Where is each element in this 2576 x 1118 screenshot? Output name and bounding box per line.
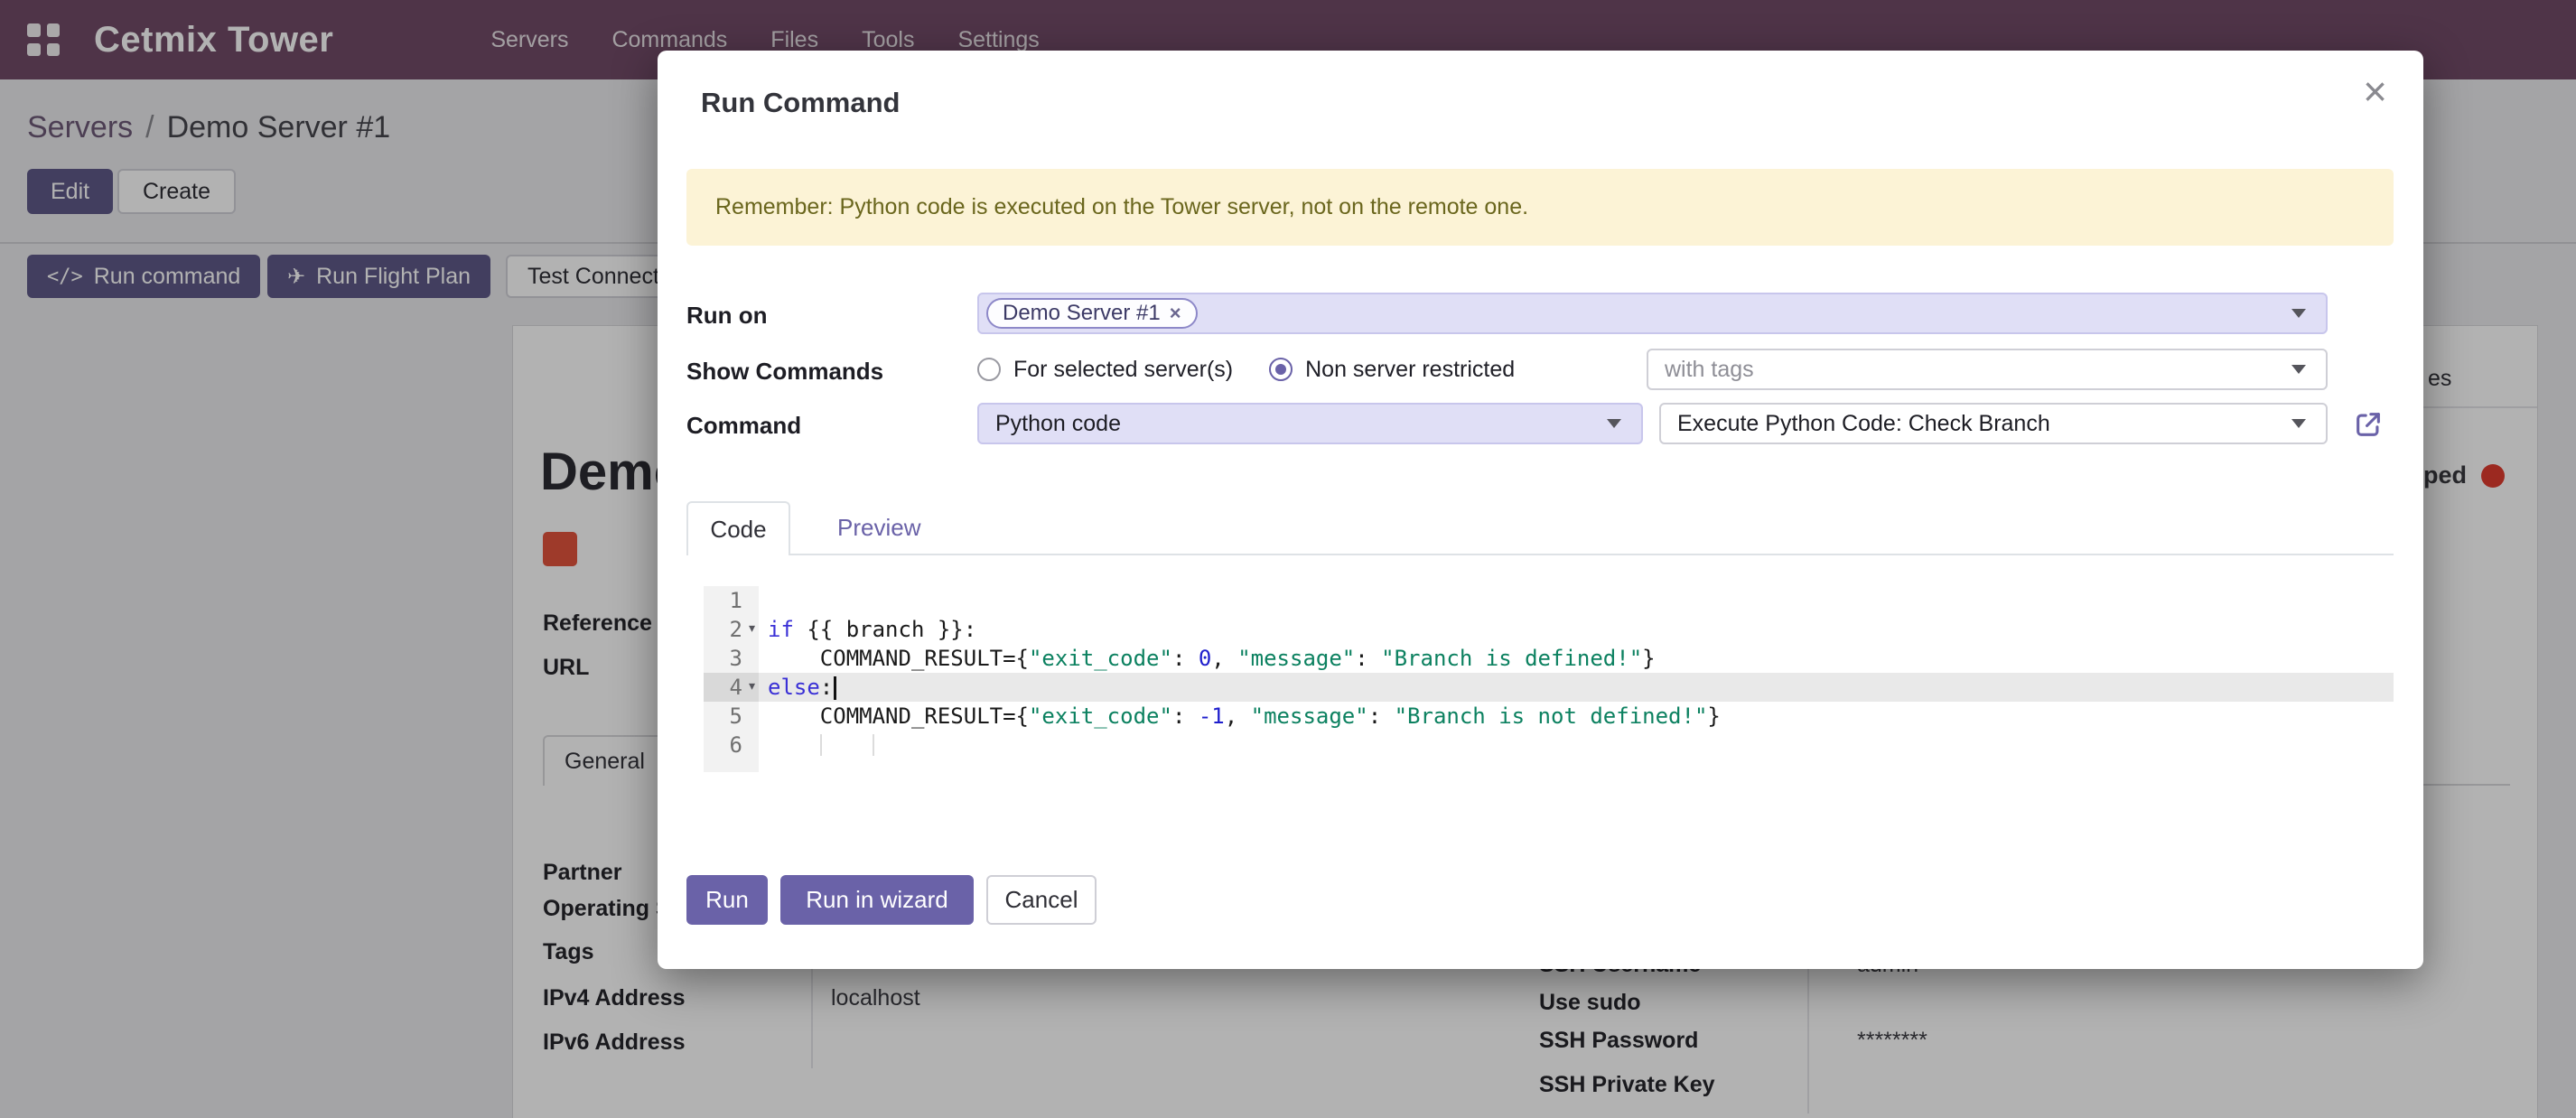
code-token: } <box>1642 646 1655 671</box>
code-token: {{ branch }}: <box>794 617 976 642</box>
chevron-down-icon[interactable] <box>2291 365 2306 374</box>
editor-code-pane[interactable]: if {{ branch }}: COMMAND_RESULT={"exit_c… <box>759 586 2394 772</box>
code-token: , <box>1225 703 1251 729</box>
code-token: COMMAND_RESULT={ <box>768 646 1029 671</box>
with-tags-placeholder: with tags <box>1665 357 1754 383</box>
code-token: : <box>1355 646 1381 671</box>
run-in-wizard-button[interactable]: Run in wizard <box>780 875 974 925</box>
code-line[interactable] <box>759 586 2394 615</box>
command-value: Execute Python Code: Check Branch <box>1677 411 2050 437</box>
tag-remove-icon[interactable]: × <box>1170 302 1181 325</box>
text-cursor <box>834 676 836 700</box>
chevron-down-icon[interactable] <box>2291 309 2306 318</box>
external-link-icon[interactable] <box>2353 409 2384 440</box>
show-commands-label: Show Commands <box>686 358 883 386</box>
code-token: else <box>768 675 820 700</box>
command-type-value: Python code <box>995 411 1121 437</box>
command-select[interactable]: Execute Python Code: Check Branch <box>1659 403 2328 444</box>
command-label: Command <box>686 412 801 440</box>
run-on-label: Run on <box>686 302 768 330</box>
chevron-down-icon[interactable] <box>1607 419 1621 428</box>
close-icon[interactable]: × <box>2363 70 2387 112</box>
gutter-line-number: 6 <box>704 731 759 759</box>
radio-for-selected-servers[interactable] <box>977 358 1001 381</box>
code-token: if <box>768 617 794 642</box>
code-token: "exit_code" <box>1029 703 1172 729</box>
gutter-line-number: 4▾ <box>704 673 759 702</box>
code-line[interactable]: else: <box>759 673 2394 702</box>
editor-gutter: 12▾34▾56 <box>704 586 759 772</box>
tabs-underline <box>686 554 2394 555</box>
server-tag[interactable]: Demo Server #1 × <box>986 298 1198 329</box>
code-token: : <box>820 675 833 700</box>
modal-title: Run Command <box>701 87 900 119</box>
code-token: -1 <box>1199 703 1225 729</box>
gutter-line-number: 5 <box>704 702 759 731</box>
code-line[interactable]: if {{ branch }}: <box>759 615 2394 644</box>
gutter-line-number: 3 <box>704 644 759 673</box>
run-button[interactable]: Run <box>686 875 768 925</box>
radio-for-selected-servers-label[interactable]: For selected server(s) <box>1013 357 1233 383</box>
code-token: : <box>1172 646 1199 671</box>
code-token: 0 <box>1199 646 1211 671</box>
with-tags-select[interactable]: with tags <box>1647 349 2328 390</box>
tab-code[interactable]: Code <box>686 501 790 555</box>
run-command-modal: Run Command × Remember: Python code is e… <box>658 51 2423 969</box>
code-token: "message" <box>1251 703 1368 729</box>
code-token: : <box>1368 703 1395 729</box>
cancel-button[interactable]: Cancel <box>986 875 1097 925</box>
fold-icon[interactable]: ▾ <box>747 676 757 695</box>
gutter-line-number: 2▾ <box>704 615 759 644</box>
code-editor[interactable]: 12▾34▾56 if {{ branch }}: COMMAND_RESULT… <box>704 586 2394 772</box>
chevron-down-icon[interactable] <box>2291 419 2306 428</box>
code-token: } <box>1707 703 1720 729</box>
fold-icon[interactable]: ▾ <box>747 619 757 638</box>
gutter-line-number: 1 <box>704 586 759 615</box>
code-token: "message" <box>1237 646 1355 671</box>
code-token: "Branch is not defined!" <box>1395 703 1708 729</box>
radio-non-server-restricted-label[interactable]: Non server restricted <box>1305 357 1515 383</box>
radio-non-server-restricted[interactable] <box>1269 358 1293 381</box>
code-token: : <box>1172 703 1199 729</box>
tab-preview[interactable]: Preview <box>812 501 946 554</box>
code-token: "exit_code" <box>1029 646 1172 671</box>
code-token: COMMAND_RESULT={ <box>768 703 1029 729</box>
server-tag-label: Demo Server #1 <box>1003 301 1161 326</box>
run-on-field[interactable]: Demo Server #1 × <box>977 293 2328 334</box>
show-commands-radios: For selected server(s) Non server restri… <box>977 349 1515 390</box>
code-line[interactable]: COMMAND_RESULT={"exit_code": 0, "message… <box>759 644 2394 673</box>
indent-guide <box>820 734 822 756</box>
code-line[interactable]: COMMAND_RESULT={"exit_code": -1, "messag… <box>759 702 2394 731</box>
warning-alert-text: Remember: Python code is executed on the… <box>715 194 1528 220</box>
indent-guide <box>873 734 874 756</box>
code-token: "Branch is defined!" <box>1381 646 1642 671</box>
command-type-select[interactable]: Python code <box>977 403 1643 444</box>
code-token: , <box>1211 646 1237 671</box>
code-line[interactable] <box>759 731 2394 759</box>
warning-alert: Remember: Python code is executed on the… <box>686 169 2394 246</box>
